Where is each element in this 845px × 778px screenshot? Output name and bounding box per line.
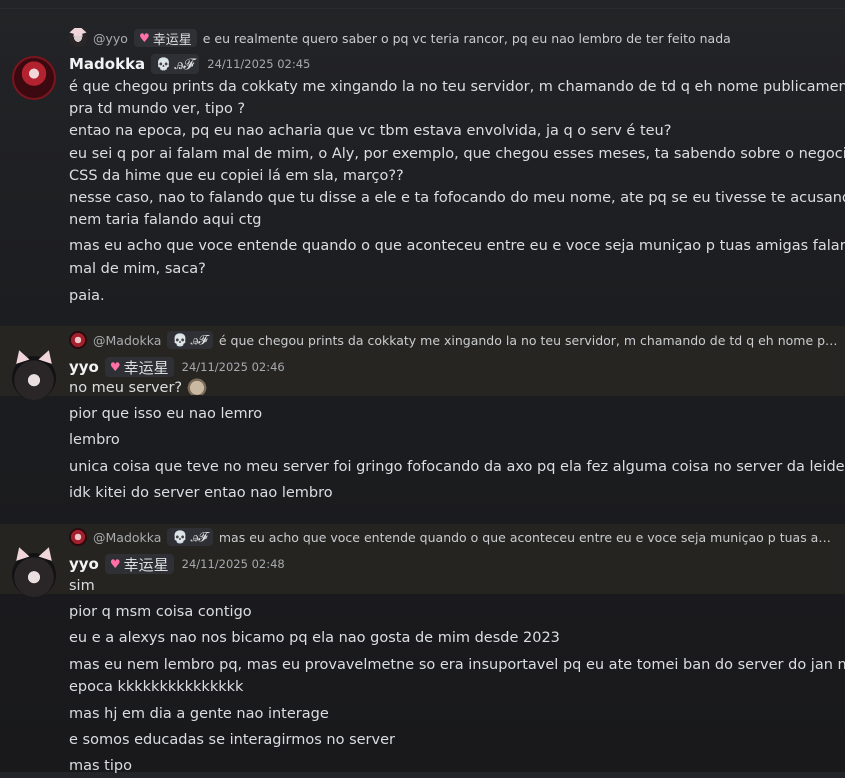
message-header: Madokka 💀 ꭿ𝓕 24/11/2025 02:45: [69, 53, 310, 75]
reply-preview[interactable]: @Madokka 💀 ꭿ𝓕 é que chegou prints da cokk…: [69, 330, 839, 350]
reply-author[interactable]: @Madokka: [93, 530, 161, 545]
channel-top-divider: [0, 0, 845, 9]
message-line: lembro: [69, 432, 120, 448]
message-line: nem taria falando aqui ctg: [69, 212, 262, 228]
message-line: sim: [69, 578, 95, 594]
username[interactable]: yyo: [69, 555, 99, 573]
message-line: mas tipo: [69, 758, 132, 774]
message-line: CSS da hime que eu copiei lá em sla, mar…: [69, 168, 404, 184]
message-line: eu sei q por ai falam mal de mim, o Aly,…: [69, 146, 845, 162]
message-line: pra td mundo ver, tipo ?: [69, 101, 246, 117]
guild-tag[interactable]: ♥ 幸运星: [104, 554, 174, 574]
message-header: yyo ♥ 幸运星 24/11/2025 02:48: [69, 553, 285, 575]
reply-text[interactable]: e eu realmente quero saber o pq vc teria…: [203, 31, 731, 46]
message-line: nesse caso, nao to falando que tu disse …: [69, 190, 845, 206]
message-line: e somos educadas se interagirmos no serv…: [69, 732, 395, 748]
avatar[interactable]: [12, 553, 56, 597]
username[interactable]: yyo: [69, 358, 99, 376]
message-line: mas eu nem lembro pq, mas eu provavelmet…: [69, 657, 845, 673]
message-line: paia.: [69, 288, 105, 304]
avatar[interactable]: [12, 56, 56, 100]
reply-author-tag: 💀 ꭿ𝓕: [167, 528, 213, 546]
avatar[interactable]: [12, 356, 56, 400]
heart-icon: ♥: [109, 360, 121, 374]
message-line: no meu server?: [69, 377, 209, 400]
username[interactable]: Madokka: [69, 55, 145, 73]
message-line: eu e a alexys nao nos bicamo pq ela nao …: [69, 630, 560, 646]
message-line: mal de mim, saca?: [69, 261, 206, 277]
message-header: yyo ♥ 幸运星 24/11/2025 02:46: [69, 356, 285, 378]
reply-avatar: [69, 331, 87, 349]
guild-tag[interactable]: ♥ 幸运星: [104, 357, 174, 377]
reply-author[interactable]: @yyo: [93, 31, 128, 46]
timestamp[interactable]: 24/11/2025 02:46: [182, 360, 285, 374]
message-line: idk kitei do server entao nao lembro: [69, 485, 333, 501]
message-line: pior q msm coisa contigo: [69, 604, 252, 620]
message-group-yyo-1[interactable]: @Madokka 💀 ꭿ𝓕 é que chegou prints da cokk…: [0, 326, 845, 512]
message-line: pior que isso eu nao lemro: [69, 406, 263, 422]
message-line: unica coisa que teve no meu server foi g…: [69, 459, 845, 475]
message-line: entao na epoca, pq eu nao acharia que vc…: [69, 123, 672, 139]
message-group-yyo-2[interactable]: @Madokka 💀 ꭿ𝓕 mas eu acho que voce entend…: [0, 524, 845, 774]
guild-tag[interactable]: 💀 ꭿ𝓕: [151, 54, 200, 74]
message-group-madokka[interactable]: @yyo ♥ 幸运星 e eu realmente quero saber o p…: [0, 24, 845, 322]
message-line: é que chegou prints da cokkaty me xingan…: [69, 79, 845, 95]
skull-icon: 💀: [172, 333, 188, 347]
heart-icon: ♥: [138, 31, 150, 45]
reply-author[interactable]: @Madokka: [93, 333, 161, 348]
reply-preview[interactable]: @Madokka 💀 ꭿ𝓕 mas eu acho que voce entend…: [69, 527, 839, 547]
reply-avatar: [69, 29, 87, 47]
message-line: mas eu acho que voce entende quando o qu…: [69, 238, 845, 254]
reply-text[interactable]: mas eu acho que voce entende quando o qu…: [219, 530, 839, 545]
custom-emoji-icon[interactable]: [186, 377, 209, 395]
message-line: mas hj em dia a gente nao interage: [69, 706, 329, 722]
skull-icon: 💀: [156, 57, 172, 71]
timestamp[interactable]: 24/11/2025 02:45: [207, 57, 310, 71]
skull-icon: 💀: [172, 530, 188, 544]
reply-author-tag: ♥ 幸运星: [133, 29, 197, 48]
message-line: epoca kkkkkkkkkkkkkkk: [69, 679, 244, 695]
reply-author-tag: 💀 ꭿ𝓕: [167, 331, 213, 349]
heart-icon: ♥: [109, 557, 121, 571]
reply-text[interactable]: é que chegou prints da cokkaty me xingan…: [219, 333, 839, 348]
timestamp[interactable]: 24/11/2025 02:48: [182, 557, 285, 571]
reply-preview[interactable]: @yyo ♥ 幸运星 e eu realmente quero saber o p…: [69, 28, 731, 48]
reply-avatar: [69, 528, 87, 546]
